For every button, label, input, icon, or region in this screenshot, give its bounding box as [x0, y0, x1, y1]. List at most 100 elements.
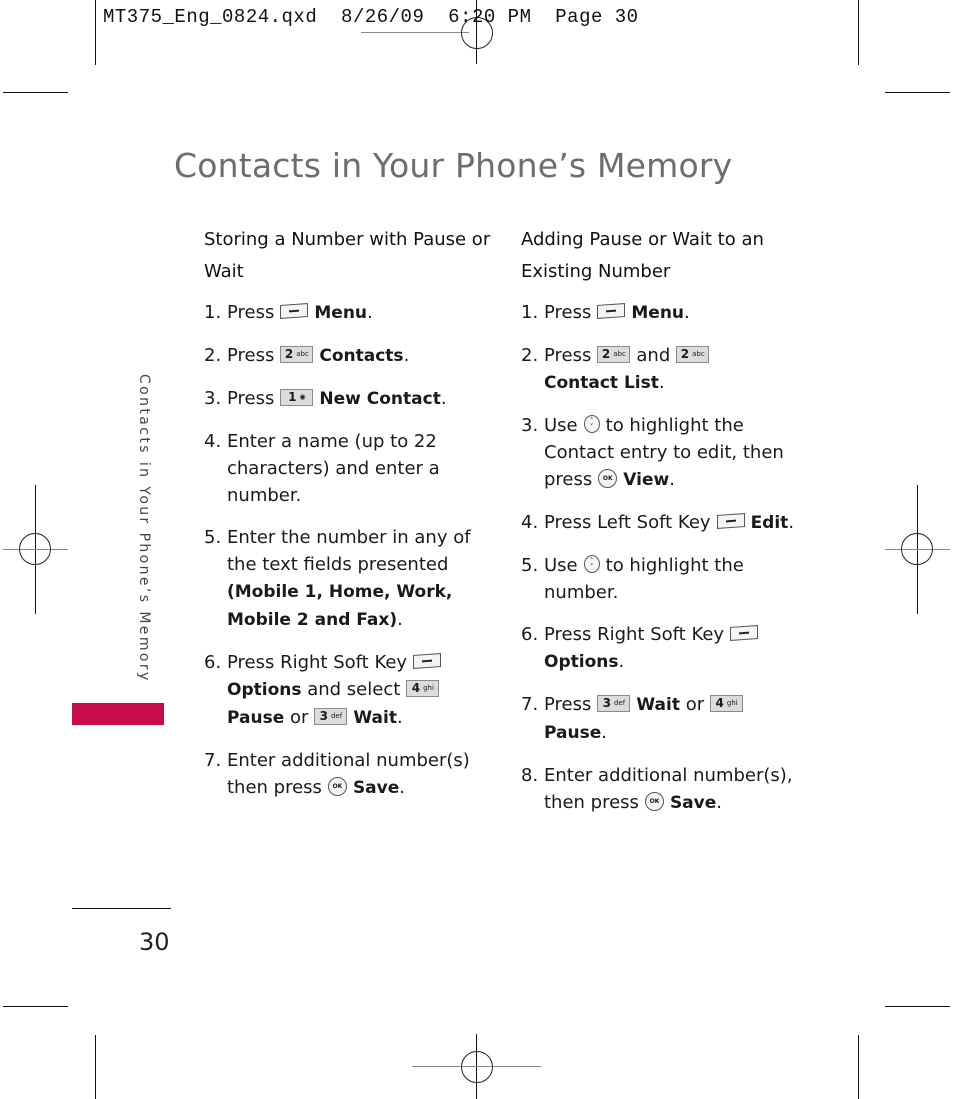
key-letters: abc	[296, 349, 309, 358]
step-item: 1. Press Menu.	[521, 299, 811, 327]
punctuation: .	[367, 302, 373, 323]
punctuation: .	[716, 792, 722, 813]
crop-mark	[885, 92, 950, 93]
field-list: (Mobile 1, Home, Work, Mobile 2 and Fax)	[227, 582, 453, 630]
menu-label: Save	[669, 793, 717, 813]
menu-label: Options	[544, 652, 619, 672]
registration-mark-icon	[901, 533, 933, 565]
soft-key-icon	[597, 303, 626, 319]
step-number: 6.	[521, 624, 539, 645]
soft-key-icon	[413, 653, 442, 669]
step-text: Press	[544, 345, 592, 366]
crop-mark	[858, 1035, 859, 1099]
left-column: Storing a Number with Pause or Wait 1. P…	[204, 224, 494, 817]
key-digit: 4	[411, 680, 421, 695]
step-text: Press	[227, 388, 275, 409]
side-tab-label: Contacts in Your Phone’s Memory	[136, 374, 152, 683]
punctuation: .	[684, 302, 690, 323]
key-2-abc-icon: 2 abc	[676, 345, 710, 363]
navigation-key-icon: ˄ ˅	[583, 415, 600, 433]
crop-mark	[858, 0, 859, 65]
menu-label: Menu	[314, 303, 368, 323]
page-title: Contacts in Your Phone’s Memory	[174, 146, 733, 185]
step-text: and	[636, 345, 671, 366]
punctuation: .	[601, 722, 607, 743]
step-text: Press Right Soft Key	[227, 652, 408, 673]
key-digit: 2	[601, 346, 611, 361]
ok-key-icon: OK	[598, 468, 618, 488]
step-text: Enter the number in any of the text fiel…	[227, 527, 471, 575]
step-item: 3. Use ˄ ˅ to highlight the Contact entry t…	[521, 412, 811, 494]
step-text: and select	[307, 679, 401, 700]
step-text: Press	[227, 345, 275, 366]
step-number: 1.	[521, 302, 539, 323]
step-item: 6. Press Right Soft Key Options.	[521, 621, 811, 676]
step-text: Enter additional number(s), then press	[544, 765, 793, 813]
step-number: 4.	[204, 431, 222, 452]
menu-label: View	[623, 470, 670, 490]
punctuation: .	[788, 512, 795, 533]
key-digit: 1	[288, 389, 297, 404]
ok-key-icon: OK	[327, 776, 347, 796]
page-number: 30	[139, 928, 170, 956]
punctuation: .	[669, 469, 675, 490]
menu-label: Save	[352, 778, 400, 798]
step-text: Press	[544, 302, 592, 323]
step-text: or	[685, 694, 705, 715]
key-letters: def	[613, 698, 626, 707]
punctuation: .	[440, 388, 447, 409]
key-2-abc-icon: 2 abc	[280, 345, 314, 363]
step-number: 4.	[521, 512, 539, 533]
step-text: Enter a name (up to 22 characters) and e…	[227, 431, 440, 506]
step-item: 3. Press 1 ◉ New Contact.	[204, 385, 494, 413]
key-3-def-icon: 3 def	[597, 694, 631, 712]
step-item: 2. Press 2 abc Contacts.	[204, 342, 494, 370]
punctuation: .	[658, 372, 665, 393]
menu-label: Wait	[353, 708, 397, 728]
voicemail-icon: ◉	[299, 392, 306, 401]
navigation-key-icon: ˄ ˅	[583, 555, 600, 573]
menu-label: Wait	[636, 695, 680, 715]
key-4-ghi-icon: 4 ghi	[710, 694, 744, 712]
registration-line	[361, 32, 469, 33]
key-digit: 3	[602, 695, 611, 710]
registration-mark-icon	[461, 17, 493, 49]
step-item: 7. Press 3 def Wait or 4 ghi Pause.	[521, 691, 811, 747]
key-letters: abc	[692, 349, 705, 358]
menu-label: Contact List	[544, 373, 659, 393]
step-number: 7.	[521, 694, 539, 715]
section-heading: Storing a Number with Pause or Wait	[204, 229, 491, 282]
menu-label: Menu	[631, 303, 685, 323]
step-text: Press Left Soft Key	[544, 512, 711, 533]
menu-label: Options	[227, 680, 302, 700]
step-item: 6. Press Right Soft Key Options and sele…	[204, 649, 494, 732]
punctuation: .	[396, 707, 403, 728]
step-text: Use	[544, 555, 578, 576]
step-item: 4. Press Left Soft Key Edit.	[521, 509, 811, 537]
registration-mark-icon	[461, 1051, 493, 1083]
key-4-ghi-icon: 4 ghi	[406, 679, 440, 697]
ok-key-icon: OK	[644, 791, 664, 811]
step-number: 5.	[521, 555, 539, 576]
step-item: 8. Enter additional number(s), then pres…	[521, 762, 811, 817]
menu-label: New Contact	[319, 389, 441, 409]
key-letters: abc	[613, 349, 626, 358]
punctuation: .	[397, 609, 403, 630]
menu-label: Contacts	[319, 346, 404, 366]
step-item: 7. Enter additional number(s) then press…	[204, 747, 494, 802]
step-text: Enter additional number(s) then press	[227, 750, 470, 798]
step-number: 3.	[521, 415, 539, 436]
step-number: 8.	[521, 765, 539, 786]
crop-mark	[3, 92, 68, 93]
key-1-voicemail-icon: 1 ◉	[280, 388, 314, 406]
crop-mark	[3, 1006, 68, 1007]
step-number: 7.	[204, 750, 222, 771]
step-text: Use	[544, 415, 578, 436]
key-letters: ghi	[423, 683, 434, 692]
soft-key-icon	[716, 513, 745, 529]
key-2-abc-icon: 2 abc	[597, 345, 631, 363]
step-number: 2.	[204, 345, 222, 366]
step-number: 2.	[521, 345, 539, 366]
key-digit: 4	[715, 695, 724, 710]
key-digit: 3	[319, 708, 328, 723]
